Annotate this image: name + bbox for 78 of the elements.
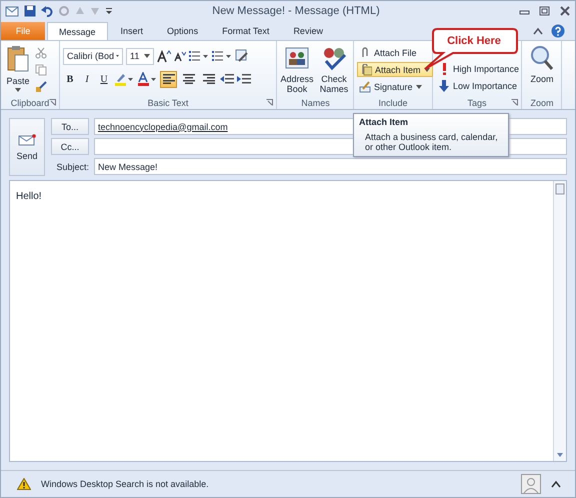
window-title: New Message! - Message (HTML) xyxy=(211,5,381,17)
increase-indent-icon[interactable] xyxy=(237,73,251,85)
align-icon xyxy=(182,74,194,84)
ribbon-tab[interactable]: Options xyxy=(156,22,210,40)
save-icon[interactable] xyxy=(24,5,36,17)
scroll-down-icon[interactable] xyxy=(555,451,565,459)
ribbon-tab[interactable]: Format Text xyxy=(211,22,280,40)
format-button[interactable]: I xyxy=(80,71,94,87)
caret-icon xyxy=(144,54,150,58)
maximize-icon[interactable] xyxy=(539,6,551,16)
collapse-ribbon-icon[interactable] xyxy=(533,26,543,34)
bullet-list-icon[interactable] xyxy=(189,50,209,62)
customize-menu-icon[interactable] xyxy=(105,6,113,16)
group-label: Names xyxy=(301,98,330,108)
ribbon-button[interactable]: Attach Item xyxy=(357,62,433,77)
ribbon-tab[interactable]: Message xyxy=(47,22,108,40)
address-book-icon xyxy=(284,45,310,71)
envelope-icon xyxy=(18,134,36,146)
people-check-icon xyxy=(321,45,347,71)
dialog-launcher-icon[interactable] xyxy=(511,99,518,106)
numbered-list-icon[interactable] xyxy=(212,50,232,62)
ribbon-button[interactable]: High Importance xyxy=(436,61,522,76)
decrease-indent-icon[interactable] xyxy=(220,73,234,85)
ribbon-button[interactable]: Attach File xyxy=(357,45,433,60)
signature-icon xyxy=(359,80,371,92)
align-icon xyxy=(162,74,174,84)
align-button[interactable] xyxy=(160,70,177,88)
field-label: Subject: xyxy=(55,162,89,172)
address-button[interactable]: Cc... xyxy=(51,138,89,155)
help-icon[interactable] xyxy=(551,24,565,38)
clipboard-icon xyxy=(6,45,30,73)
ribbon-button[interactable]: Check Names xyxy=(317,43,351,96)
mail-app-icon[interactable] xyxy=(5,4,19,18)
scissors-icon[interactable] xyxy=(35,47,47,59)
styles-icon[interactable] xyxy=(235,49,249,63)
person-silhouette-icon xyxy=(521,474,541,494)
undo-icon[interactable] xyxy=(41,5,53,17)
font-color-icon[interactable] xyxy=(137,72,157,86)
input-field[interactable]: New Message! xyxy=(94,158,567,175)
ribbon-button[interactable]: Signature xyxy=(357,79,433,94)
group-label: Zoom xyxy=(530,98,554,108)
tooltip-text: Attach a business card, calendar, or other Outlook item. xyxy=(364,132,499,152)
group-label: Tags xyxy=(467,98,486,108)
format-button[interactable]: B xyxy=(63,71,77,87)
group-label: Clipboard xyxy=(10,98,50,108)
body-text: Hello! xyxy=(16,191,42,202)
dialog-launcher-icon[interactable] xyxy=(266,99,273,106)
group-label: Basic Text xyxy=(148,98,188,108)
scroll-page-icon[interactable] xyxy=(555,183,565,195)
attach-card-icon xyxy=(360,64,372,76)
ribbon-button[interactable]: Low Importance xyxy=(436,78,522,93)
status-text: Windows Desktop Search is not available. xyxy=(41,479,210,489)
close-icon[interactable] xyxy=(559,6,571,16)
send-button[interactable]: Send xyxy=(9,118,45,176)
address-button[interactable]: To... xyxy=(51,118,89,135)
format-button[interactable]: U xyxy=(97,71,111,87)
caret-icon xyxy=(15,88,21,92)
magnifier-icon xyxy=(529,45,555,71)
font-name-dropdown[interactable]: Calibri (Bod xyxy=(63,48,123,64)
font-size-dropdown[interactable]: 11 xyxy=(126,48,154,64)
warning-icon xyxy=(17,478,31,490)
shrink-font-icon[interactable] xyxy=(174,50,186,62)
caret-icon xyxy=(116,54,119,58)
tooltip-title: Attach Item xyxy=(359,117,410,127)
brush-icon[interactable] xyxy=(35,81,47,93)
align-icon xyxy=(202,74,214,84)
ribbon-tab[interactable]: Insert xyxy=(110,22,154,40)
dialog-launcher-icon[interactable] xyxy=(49,99,56,106)
paste-button[interactable]: Paste xyxy=(4,43,32,96)
ribbon-button[interactable]: Address Book xyxy=(280,43,314,96)
ribbon-tab[interactable]: Review xyxy=(282,22,334,40)
grow-font-icon[interactable] xyxy=(157,50,171,62)
ribbon-button[interactable]: Zoom xyxy=(525,43,559,96)
group-label: Include xyxy=(378,98,408,108)
highlight-icon[interactable] xyxy=(114,72,134,86)
down-arrow-icon xyxy=(438,80,450,92)
expand-icon[interactable] xyxy=(551,480,561,488)
scrollbar[interactable] xyxy=(553,181,566,461)
